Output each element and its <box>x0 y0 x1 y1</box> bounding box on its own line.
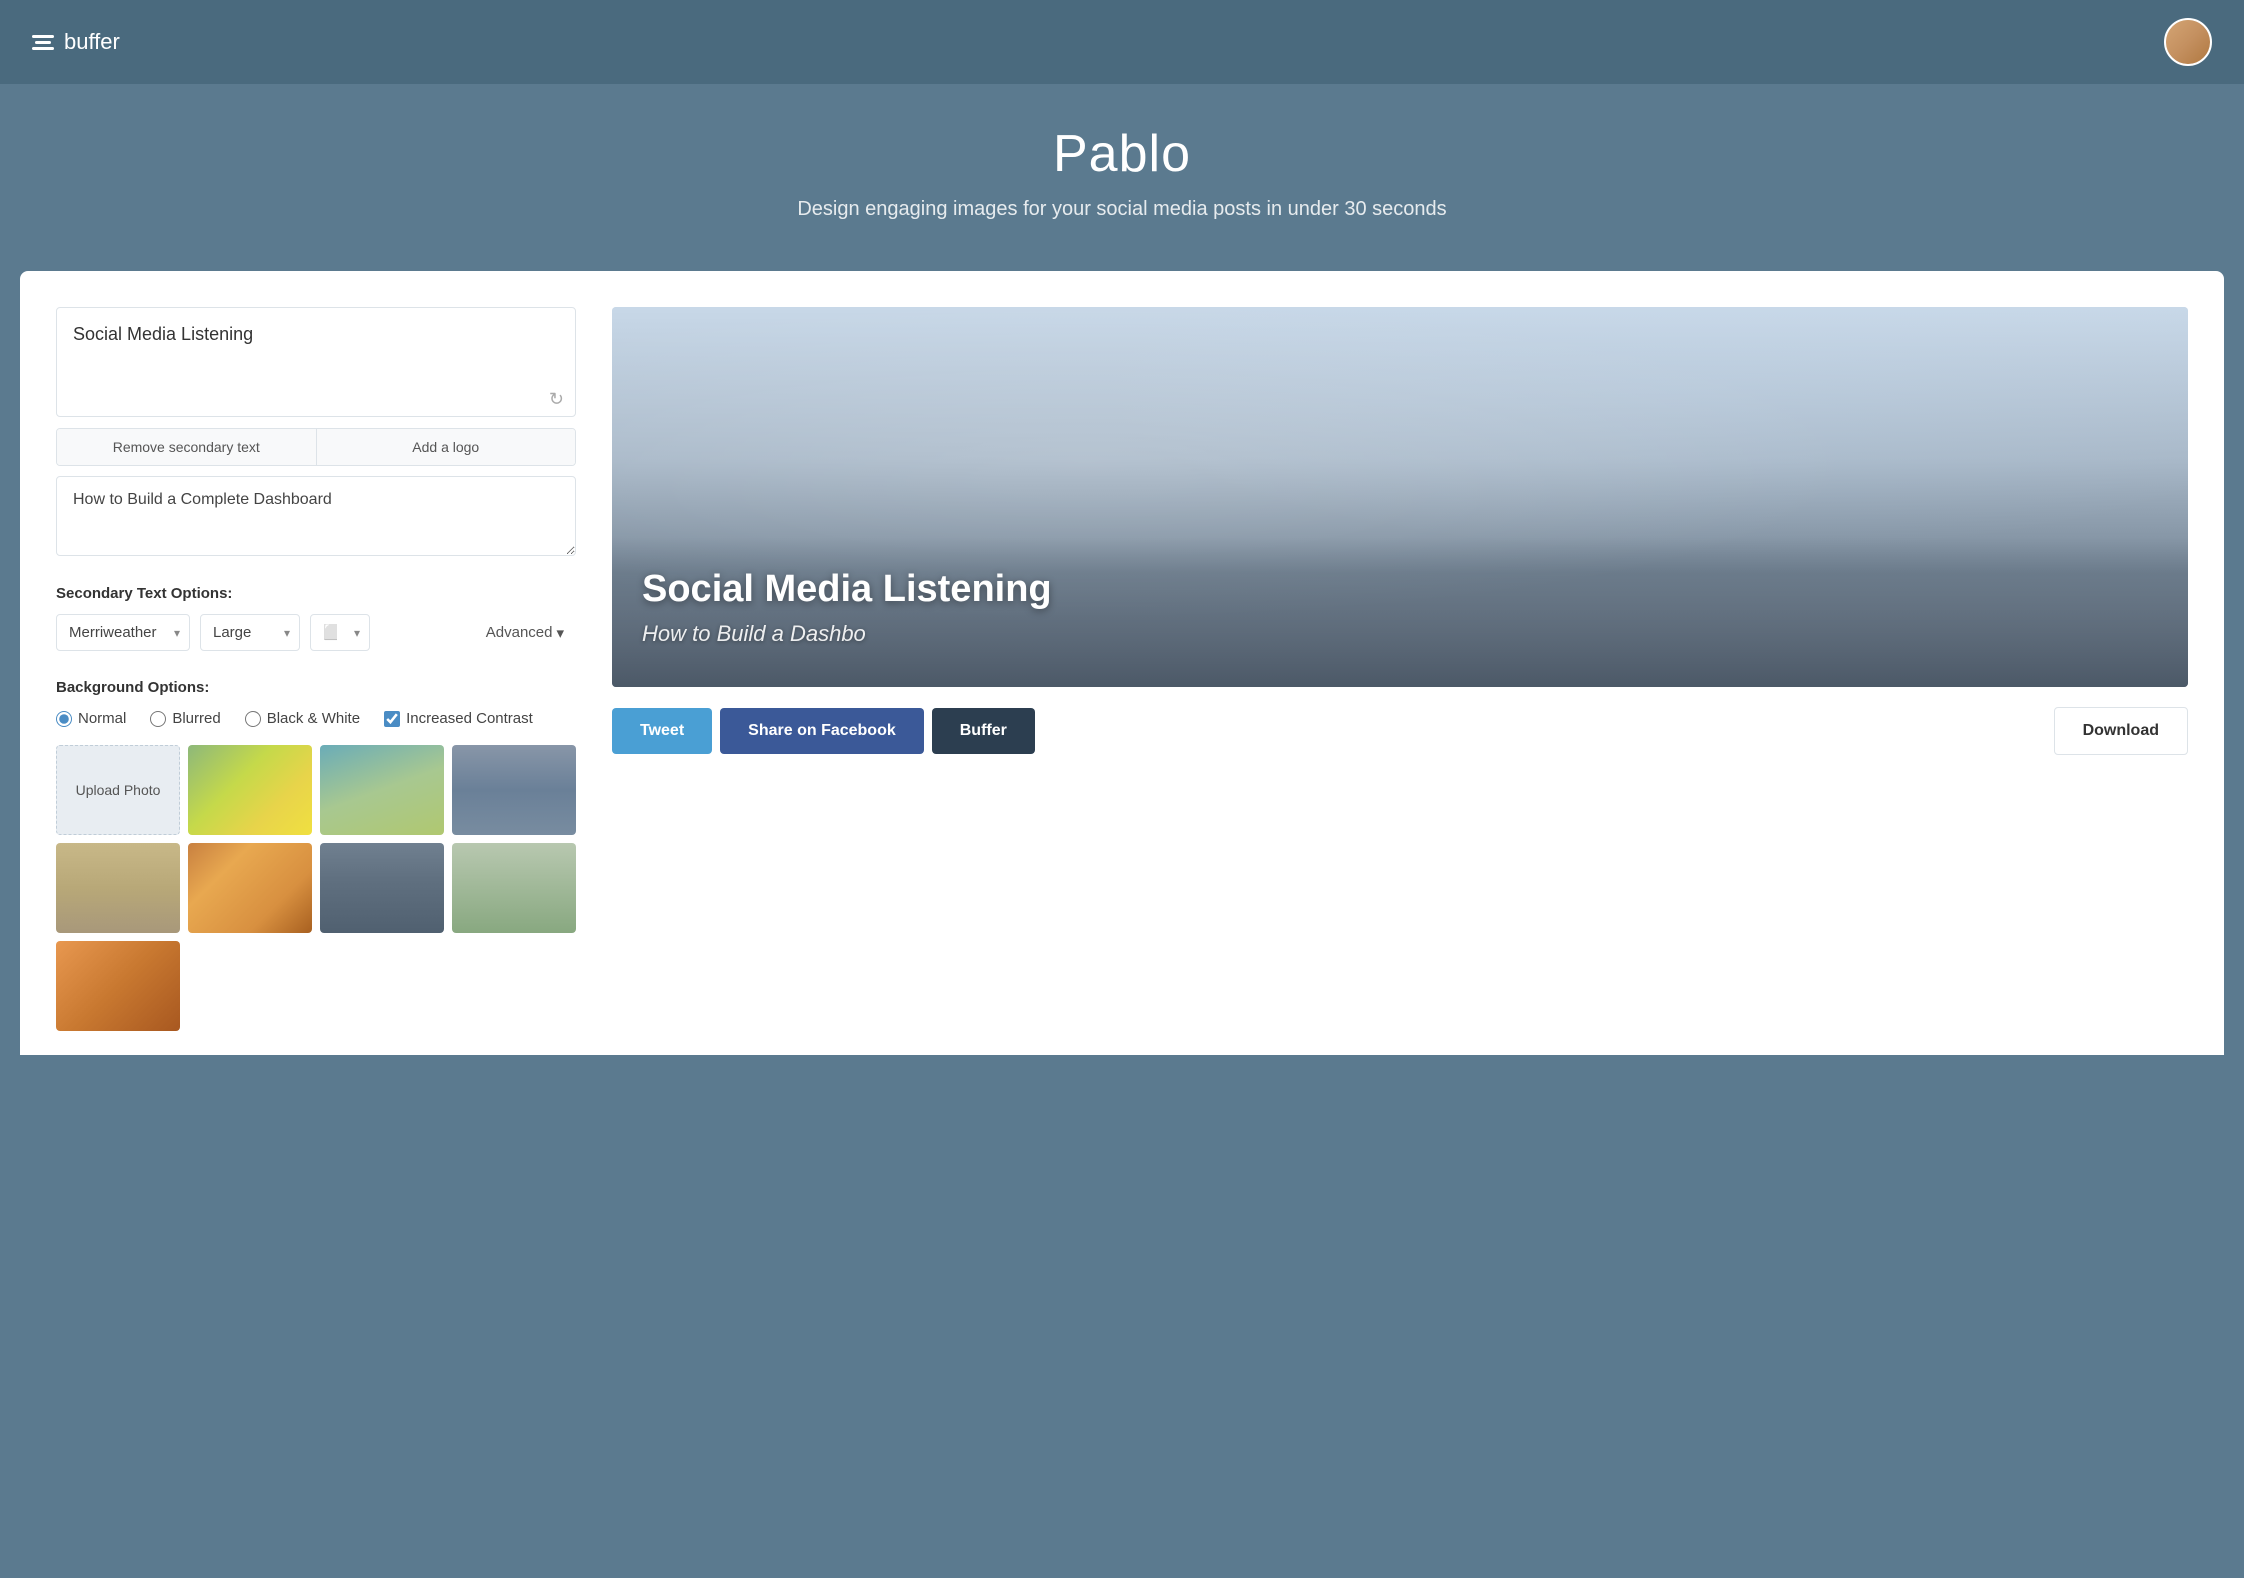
buffer-logo-icon <box>32 35 54 50</box>
contrast-label: Increased Contrast <box>406 710 533 727</box>
hero-section: Pablo Design engaging images for your so… <box>0 84 2244 271</box>
options-row: Merriweather Georgia Arial Large Medium … <box>56 614 576 651</box>
tagline: Design engaging images for your social m… <box>20 198 2224 221</box>
photo-grid: Upload Photo <box>56 745 576 1031</box>
user-avatar[interactable] <box>2164 18 2212 66</box>
background-radio-group: Normal Blurred Black & White Increased C… <box>56 710 576 727</box>
advanced-label: Advanced <box>486 624 553 641</box>
background-options-label: Background Options: <box>56 679 576 696</box>
toggle-remove-secondary[interactable]: Remove secondary text <box>57 429 317 465</box>
radio-blurred[interactable]: Blurred <box>150 710 220 727</box>
size-select-wrapper: Large Medium Small <box>200 614 300 651</box>
toggle-bar: Remove secondary text Add a logo <box>56 428 576 466</box>
upload-label: Upload Photo <box>76 782 161 798</box>
radio-normal-label: Normal <box>78 710 126 727</box>
radio-bw[interactable]: Black & White <box>245 710 360 727</box>
refresh-icon[interactable]: ↻ <box>549 389 564 410</box>
download-button[interactable]: Download <box>2054 707 2188 755</box>
preview-subtitle: How to Build a Dashbo <box>642 621 2158 647</box>
secondary-options-label: Secondary Text Options: <box>56 585 576 602</box>
photo-thumbnail-8[interactable] <box>56 941 180 1031</box>
photo-thumbnail-7[interactable] <box>452 843 576 933</box>
facebook-button[interactable]: Share on Facebook <box>720 708 924 754</box>
contrast-checkbox[interactable]: Increased Contrast <box>384 710 533 727</box>
photo-thumbnail-5[interactable] <box>188 843 312 933</box>
size-select[interactable]: Large Medium Small <box>200 614 300 651</box>
advanced-button[interactable]: Advanced ▾ <box>474 615 576 651</box>
preview-image: Social Media Listening How to Build a Da… <box>612 307 2188 687</box>
action-bar: Tweet Share on Facebook Buffer Download <box>612 707 2188 755</box>
font-select-wrapper: Merriweather Georgia Arial <box>56 614 190 651</box>
color-select-wrapper: ⬜ ⬛ <box>310 614 370 651</box>
buffer-button[interactable]: Buffer <box>932 708 1035 754</box>
app-name: Pablo <box>20 124 2224 184</box>
right-panel: Social Media Listening How to Build a Da… <box>612 307 2188 1055</box>
logo-text: buffer <box>64 29 120 55</box>
preview-overlay: Social Media Listening How to Build a Da… <box>612 537 2188 687</box>
left-panel: Social Media Listening ↻ Remove secondar… <box>56 307 576 1055</box>
main-card: Social Media Listening ↻ Remove secondar… <box>20 271 2224 1055</box>
logo[interactable]: buffer <box>32 29 120 55</box>
app-header: buffer <box>0 0 2244 84</box>
tweet-button[interactable]: Tweet <box>612 708 712 754</box>
photo-thumbnail-3[interactable] <box>452 745 576 835</box>
radio-blurred-label: Blurred <box>172 710 220 727</box>
radio-normal[interactable]: Normal <box>56 710 126 727</box>
photo-thumbnail-6[interactable] <box>320 843 444 933</box>
secondary-text-input[interactable]: How to Build a Complete Dashboard <box>56 476 576 556</box>
toggle-add-logo[interactable]: Add a logo <box>317 429 576 465</box>
main-text-input[interactable]: Social Media Listening <box>56 307 576 417</box>
photo-thumbnail-1[interactable] <box>188 745 312 835</box>
upload-photo-button[interactable]: Upload Photo <box>56 745 180 835</box>
photo-thumbnail-2[interactable] <box>320 745 444 835</box>
photo-thumbnail-4[interactable] <box>56 843 180 933</box>
chevron-down-icon: ▾ <box>556 624 564 642</box>
color-select[interactable]: ⬜ ⬛ <box>310 614 370 651</box>
font-select[interactable]: Merriweather Georgia Arial <box>56 614 190 651</box>
radio-bw-label: Black & White <box>267 710 360 727</box>
main-text-area: Social Media Listening ↻ <box>56 307 576 422</box>
preview-title: Social Media Listening <box>642 567 2158 613</box>
